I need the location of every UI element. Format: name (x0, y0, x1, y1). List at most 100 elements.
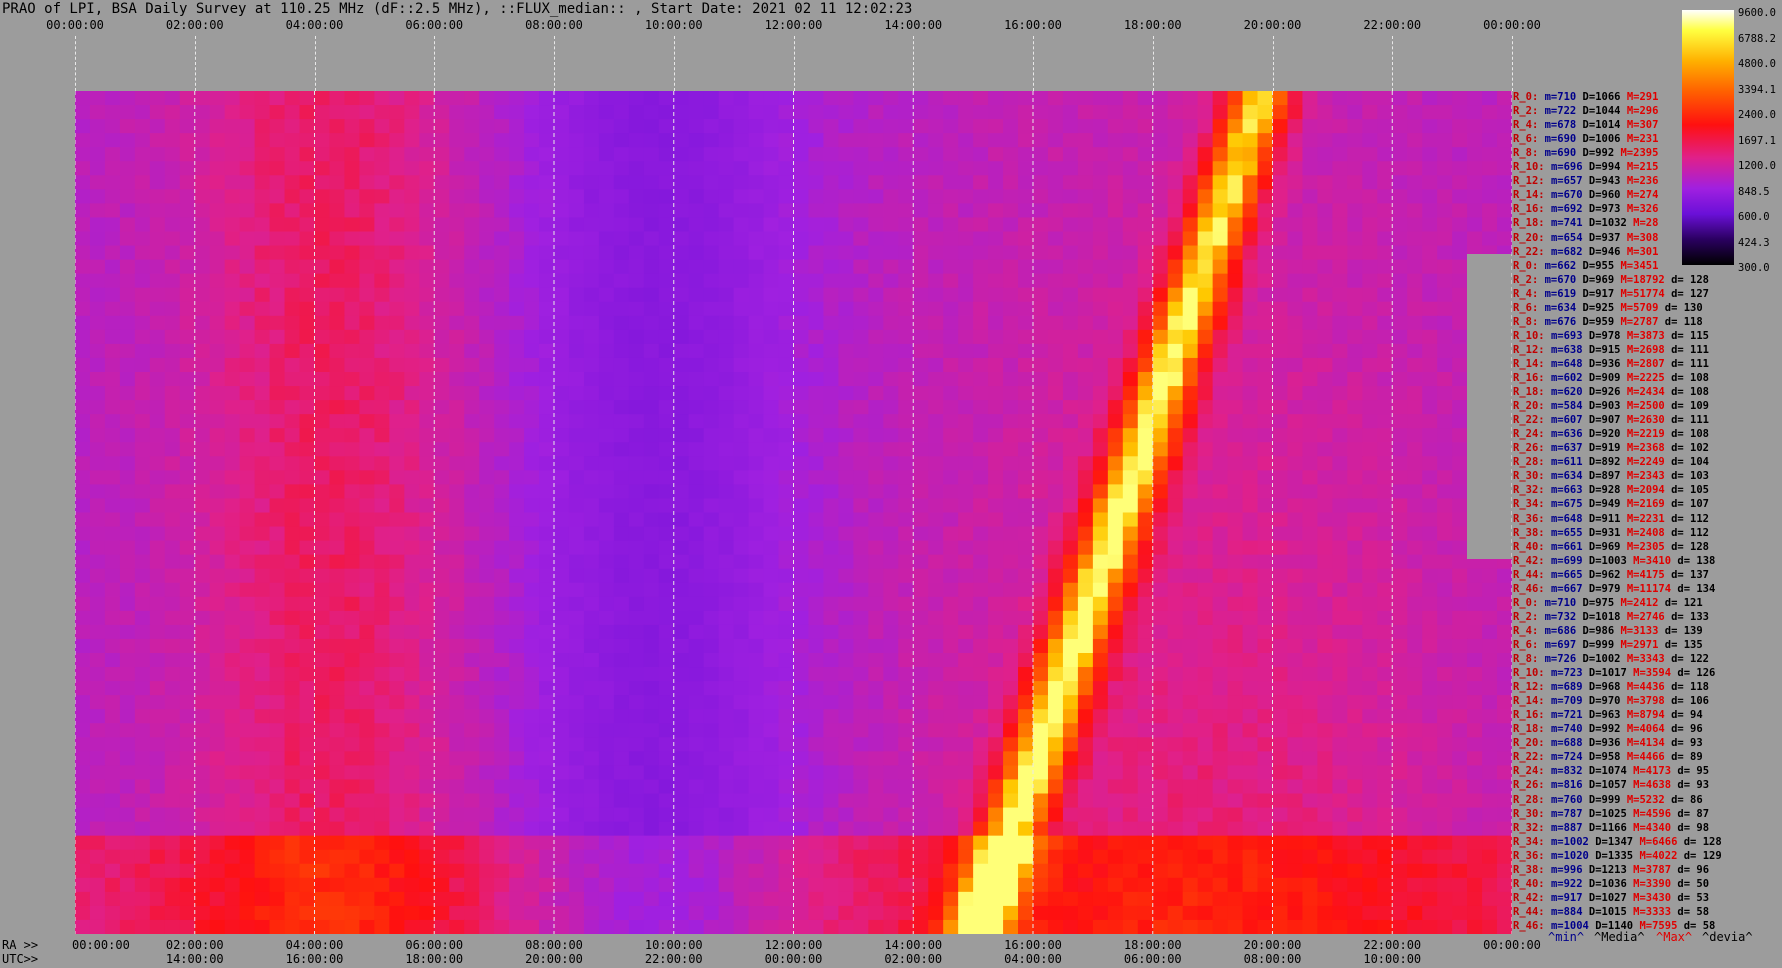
stat-row: R_40: m=661 D=969 M=2305 d= 128 (1513, 541, 1709, 553)
stat-max: M=3343 (1626, 653, 1672, 666)
stat-min: m=637 (1550, 442, 1589, 455)
stat-row: R_28: m=611 D=892 M=2249 d= 104 (1513, 457, 1709, 468)
stat-min: m=686 (1544, 624, 1583, 637)
stat-devia: d= 87 (1677, 807, 1710, 820)
stat-devia: d= 89 (1671, 751, 1703, 764)
chart-title: PRAO of LPI, BSA Daily Survey at 110.25 … (2, 1, 913, 17)
stat-row: R_36: m=648 D=911 M=2231 d= 112 (1513, 512, 1709, 525)
top-tick-label: 20:00:00 (1243, 18, 1302, 32)
stat-row: R_2: m=670 D=969 M=18792 d= 128 (1513, 273, 1709, 286)
stat-devia: d= 118 (1664, 315, 1703, 328)
stat-max: M=2971 (1620, 638, 1665, 651)
stat-max: M=274 (1626, 189, 1659, 202)
stat-min: m=638 (1550, 343, 1589, 356)
stat-ring: R_32: (1513, 821, 1551, 834)
ra-axis-prefix: RA >> (2, 938, 39, 952)
stat-devia: d= 58 (1677, 905, 1710, 918)
bottom-ra-tick-label: 22:00:00 (1363, 938, 1422, 952)
bottom-utc-tick-label: 16:00:00 (285, 952, 344, 966)
stat-devia: d= 134 (1677, 582, 1716, 595)
stat-row: R_10: m=696 D=994 M=215 (1513, 162, 1658, 173)
stat-row: R_8: m=726 D=1002 M=3343 d= 122 (1513, 654, 1709, 665)
bottom-utc-tick-label: 14:00:00 (165, 952, 224, 966)
stat-ring: R_16: (1513, 203, 1551, 216)
stat-median: D=986 (1582, 624, 1621, 637)
stat-ring: R_10: (1513, 161, 1551, 174)
stat-max: M=4436 (1626, 681, 1672, 694)
stat-min: m=676 (1544, 315, 1583, 328)
stat-row: R_18: m=741 D=1032 M=28 (1513, 218, 1658, 229)
stat-ring: R_10: (1513, 329, 1551, 342)
bottom-ra-tick-label: 00:00:00 (1483, 938, 1541, 952)
stat-ring: R_30: (1513, 470, 1551, 483)
stat-max: M=2231 (1626, 512, 1672, 525)
ra-grid-line-top (194, 36, 196, 91)
stat-median: D=992 (1588, 723, 1627, 736)
stat-ring: R_40: (1513, 877, 1551, 890)
stat-min: m=710 (1544, 91, 1583, 104)
stat-max: M=2698 (1626, 343, 1672, 356)
stat-min: m=688 (1550, 737, 1589, 750)
stat-devia: d= 102 (1671, 442, 1710, 455)
stat-row: R_18: m=740 D=992 M=4064 d= 96 (1513, 724, 1703, 735)
stat-ring: R_22: (1513, 414, 1551, 427)
stat-median: D=975 (1582, 596, 1621, 609)
stat-devia: d= 105 (1671, 484, 1710, 497)
stat-ring: R_6: (1513, 133, 1545, 146)
top-tick-label: 08:00:00 (525, 18, 583, 32)
stat-median: D=1027 (1588, 891, 1634, 904)
stat-devia: d= 103 (1671, 470, 1710, 483)
stat-ring: R_2: (1513, 610, 1545, 623)
stat-ring: R_8: (1513, 653, 1545, 666)
stat-median: D=943 (1588, 175, 1627, 188)
colorbar-tick-label: 9600.0 (1738, 7, 1776, 19)
stat-devia: d= 133 (1671, 610, 1710, 623)
ra-grid-line-top (1272, 36, 1274, 91)
stat-devia: d= 111 (1671, 414, 1710, 427)
stat-devia: d= 107 (1671, 498, 1710, 511)
stat-devia: d= 138 (1677, 554, 1716, 567)
stat-row: R_6: m=690 D=1006 M=231 (1513, 134, 1658, 145)
top-tick-label: 02:00:00 (165, 18, 224, 32)
stat-max: M=231 (1626, 133, 1659, 146)
stat-devia: d= 94 (1671, 709, 1703, 722)
stat-min: m=884 (1550, 905, 1589, 918)
stat-ring: R_38: (1513, 526, 1551, 539)
stat-median: D=1002 (1582, 653, 1627, 666)
bottom-ra-tick-label: 02:00:00 (165, 938, 224, 952)
top-tick-label: 14:00:00 (884, 18, 943, 32)
stat-median: D=999 (1582, 638, 1621, 651)
stat-max: M=3594 (1633, 667, 1678, 680)
stat-max: M=4466 (1626, 751, 1672, 764)
bottom-utc-tick-label: 00:00:00 (764, 952, 823, 966)
ra-grid-line-top (1392, 36, 1394, 91)
stat-ring: R_32: (1513, 484, 1551, 497)
stat-row: R_44: m=665 D=962 M=4175 d= 137 (1513, 568, 1710, 581)
stat-ring: R_46: (1513, 919, 1551, 932)
stat-row: R_12: m=638 D=915 M=2698 d= 111 (1513, 345, 1709, 356)
bottom-utc-tick-label: 18:00:00 (405, 952, 464, 966)
top-tick-label: 16:00:00 (1004, 18, 1062, 32)
stat-min: m=887 (1550, 821, 1589, 834)
stat-devia: d= 109 (1671, 400, 1710, 413)
stat-ring: R_20: (1513, 400, 1551, 413)
stat-row: R_44: m=884 D=1015 M=3333 d= 58 (1513, 907, 1709, 918)
ra-grid-line-top (673, 36, 675, 91)
stat-row: R_40: m=922 D=1036 M=3390 d= 50 (1513, 879, 1709, 890)
stat-median: D=946 (1588, 245, 1627, 258)
stat-min: m=693 (1550, 329, 1589, 342)
stat-devia: d= 50 (1677, 877, 1710, 890)
stat-min: m=620 (1550, 386, 1589, 399)
stat-median: D=1066 (1582, 91, 1627, 104)
stat-min: m=636 (1550, 428, 1589, 441)
stat-min: m=722 (1544, 105, 1583, 118)
colorbar-tick-label: 2400.0 (1738, 109, 1776, 121)
stat-max: M=4175 (1626, 568, 1672, 581)
stat-ring: R_6: (1513, 638, 1545, 651)
stat-max: M=18792 (1620, 273, 1672, 286)
stat-devia: d= 137 (1671, 568, 1710, 581)
stat-row: R_24: m=832 D=1074 M=4173 d= 95 (1513, 766, 1709, 777)
stat-devia: d= 115 (1671, 329, 1710, 342)
top-tick-label: 18:00:00 (1123, 18, 1182, 32)
bottom-ra-tick-label: 16:00:00 (1004, 938, 1062, 952)
